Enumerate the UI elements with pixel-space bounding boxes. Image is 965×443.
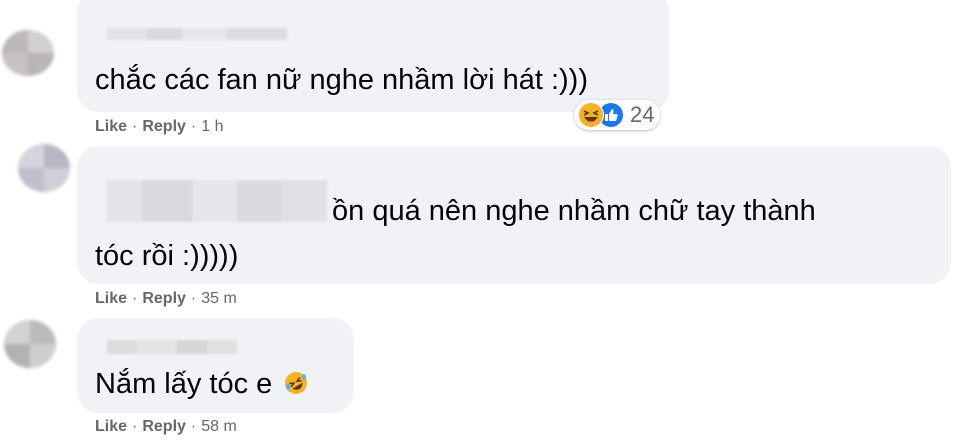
comment-text: chắc các fan nữ nghe nhầm lời hát :)))	[95, 64, 588, 96]
like-button[interactable]: Like	[95, 418, 127, 435]
reply-button[interactable]: Reply	[142, 118, 186, 135]
rofl-emoji-icon	[284, 366, 308, 394]
separator: ·	[132, 290, 138, 307]
reaction-count: 24	[630, 102, 655, 127]
avatar[interactable]	[18, 144, 70, 192]
comment-actions: Like · Reply · 35 m	[95, 290, 237, 308]
comment-actions: Like · Reply · 58 m	[95, 418, 237, 436]
comment-2: ồn quá nên nghe nhầm chữ tay thành tóc r…	[0, 140, 965, 310]
like-button[interactable]: Like	[95, 290, 127, 307]
comment-bubble: ồn quá nên nghe nhầm chữ tay thành tóc r…	[77, 146, 951, 284]
separator: ·	[132, 118, 138, 135]
reply-button[interactable]: Reply	[142, 418, 186, 435]
comment-text-line-1: ồn quá nên nghe nhầm chữ tay thành	[332, 195, 816, 227]
separator: ·	[132, 418, 138, 435]
comment-bubble: chắc các fan nữ nghe nhầm lời hát :)))	[77, 0, 669, 112]
separator: ·	[190, 290, 197, 307]
separator: ·	[190, 118, 197, 135]
haha-icon	[578, 102, 604, 128]
comment-actions: Like · Reply · 1 h	[95, 118, 224, 136]
timestamp[interactable]: 1 h	[201, 118, 223, 135]
commenter-name-redacted[interactable]	[107, 340, 237, 354]
comment-bubble: Nắm lấy tóc e	[77, 318, 354, 413]
commenter-name-redacted[interactable]	[107, 28, 287, 40]
like-button[interactable]: Like	[95, 118, 127, 135]
reaction-summary[interactable]: 24	[574, 100, 661, 130]
reply-button[interactable]: Reply	[142, 290, 186, 307]
comment-text: Nắm lấy tóc e	[95, 364, 308, 404]
timestamp[interactable]: 35 m	[201, 290, 237, 307]
commenter-name-redacted[interactable]	[107, 180, 327, 222]
timestamp[interactable]: 58 m	[201, 418, 237, 435]
separator: ·	[190, 418, 197, 435]
avatar[interactable]	[2, 30, 54, 76]
avatar[interactable]	[4, 320, 56, 368]
comment-3: Nắm lấy tóc e Like · Reply · 58 m	[0, 310, 965, 443]
comment-text-content: Nắm lấy tóc e	[95, 368, 273, 400]
comment-1: chắc các fan nữ nghe nhầm lời hát :))) 2…	[0, 0, 965, 140]
comment-text-line-2: tóc rồi :)))))	[95, 240, 239, 272]
